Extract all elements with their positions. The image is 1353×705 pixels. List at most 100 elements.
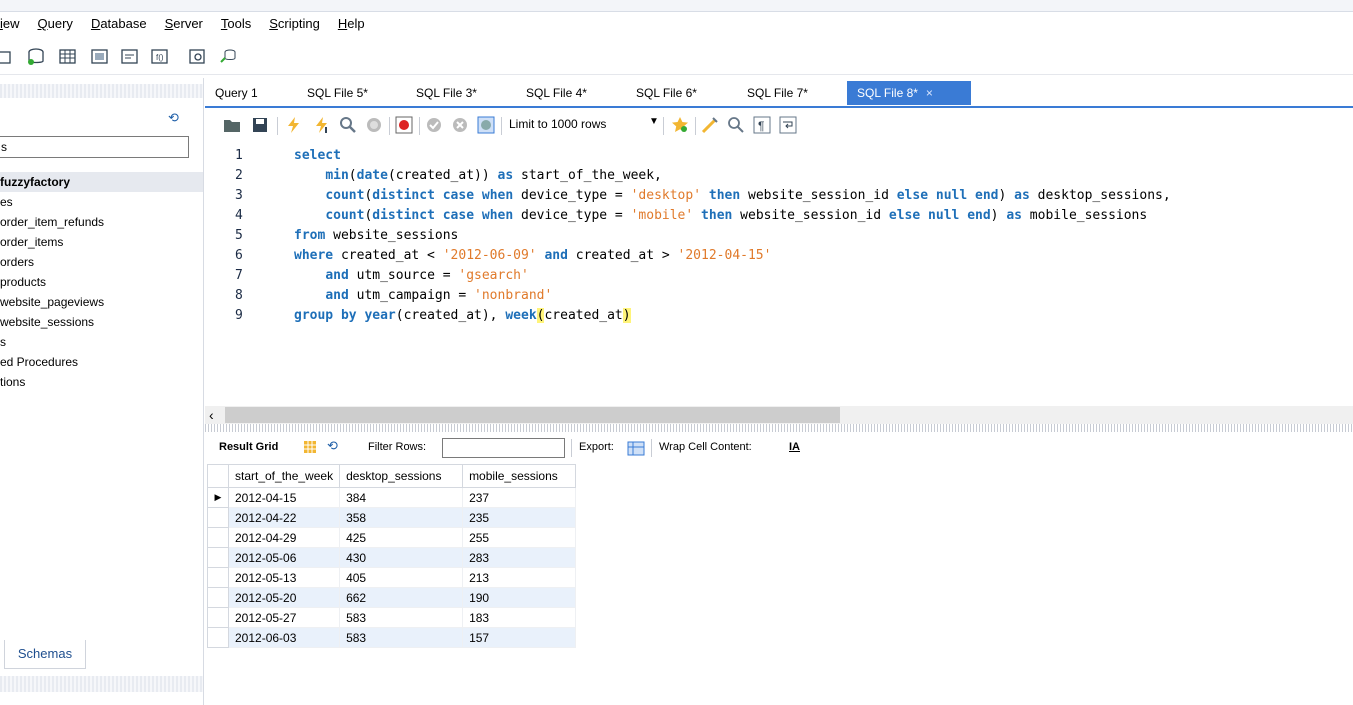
cell[interactable]: 358 bbox=[339, 507, 464, 528]
add-snippet-icon[interactable] bbox=[671, 116, 689, 134]
cell[interactable]: 2012-05-06 bbox=[227, 547, 341, 568]
cell[interactable]: 213 bbox=[462, 567, 577, 588]
cell[interactable]: 2012-04-15 bbox=[227, 487, 341, 508]
commit-icon[interactable] bbox=[425, 116, 443, 134]
table-row[interactable]: 2012-05-27 583 183 bbox=[207, 607, 577, 628]
column-header[interactable]: desktop_sessions bbox=[339, 464, 464, 488]
horizontal-scrollbar[interactable]: ‹ bbox=[205, 406, 1353, 424]
column-header[interactable]: start_of_the_week bbox=[227, 464, 341, 488]
tree-item-tables[interactable]: es bbox=[0, 192, 203, 212]
rollback-icon[interactable] bbox=[451, 116, 469, 134]
find-icon[interactable] bbox=[727, 116, 745, 134]
invisible-chars-icon[interactable]: ¶ bbox=[753, 116, 771, 134]
cell[interactable]: 157 bbox=[462, 627, 577, 648]
table-row[interactable]: 2012-06-03 583 157 bbox=[207, 627, 577, 648]
refresh-schemas-icon[interactable]: ⟲ bbox=[168, 110, 179, 126]
autocommit-icon[interactable] bbox=[477, 116, 495, 134]
tab-sql-file-7[interactable]: SQL File 7* bbox=[737, 81, 818, 105]
tree-item-views[interactable]: s bbox=[0, 332, 203, 352]
table-row[interactable]: 2012-05-20 662 190 bbox=[207, 587, 577, 608]
stop-icon[interactable] bbox=[365, 116, 383, 134]
filter-rows-input[interactable] bbox=[442, 438, 565, 458]
tab-sql-file-6[interactable]: SQL File 6* bbox=[626, 81, 707, 105]
cell[interactable]: 237 bbox=[462, 487, 577, 508]
new-schema-icon[interactable] bbox=[26, 47, 46, 67]
cell[interactable]: 190 bbox=[462, 587, 577, 608]
table-row[interactable]: 2012-05-06 430 283 bbox=[207, 547, 577, 568]
tab-sql-file-5[interactable]: SQL File 5* bbox=[297, 81, 378, 105]
schema-node[interactable]: fuzzyfactory bbox=[0, 172, 203, 192]
new-procedure-icon[interactable] bbox=[120, 47, 140, 67]
cell[interactable]: 662 bbox=[339, 587, 464, 608]
cell[interactable]: 430 bbox=[339, 547, 464, 568]
new-function-icon[interactable]: f() bbox=[150, 47, 170, 67]
cell[interactable]: 583 bbox=[339, 607, 464, 628]
execute-icon[interactable] bbox=[285, 116, 303, 134]
tab-query-1[interactable]: Query 1 bbox=[205, 81, 268, 105]
tree-item-table[interactable]: products bbox=[0, 272, 203, 292]
cell[interactable]: 283 bbox=[462, 547, 577, 568]
explain-icon[interactable] bbox=[339, 116, 357, 134]
wrap-lines-icon[interactable] bbox=[779, 116, 797, 134]
reconnect-icon[interactable] bbox=[218, 47, 238, 67]
cell[interactable]: 2012-04-29 bbox=[227, 527, 341, 548]
tree-item-table[interactable]: website_sessions bbox=[0, 312, 203, 332]
table-row[interactable]: 2012-04-22 358 235 bbox=[207, 507, 577, 528]
cell[interactable]: 384 bbox=[339, 487, 464, 508]
panel-splitter[interactable] bbox=[205, 424, 1353, 432]
cell[interactable]: 425 bbox=[339, 527, 464, 548]
menu-view[interactable]: iew bbox=[0, 16, 20, 31]
menu-server[interactable]: Server bbox=[165, 16, 203, 31]
menu-query[interactable]: Query bbox=[38, 16, 73, 31]
beautify-icon[interactable] bbox=[701, 116, 719, 134]
toggle-error-icon[interactable] bbox=[395, 116, 413, 134]
limit-rows-select[interactable]: Limit to 1000 rows bbox=[509, 117, 606, 131]
open-sql-icon[interactable] bbox=[0, 47, 14, 67]
cell[interactable]: 2012-06-03 bbox=[227, 627, 341, 648]
menu-database[interactable]: Database bbox=[91, 16, 147, 31]
scroll-left-icon[interactable]: ‹ bbox=[209, 406, 214, 424]
cell[interactable]: 583 bbox=[339, 627, 464, 648]
tree-item-table[interactable]: website_pageviews bbox=[0, 292, 203, 312]
wrap-cell-icon[interactable]: IA bbox=[789, 441, 800, 453]
table-row[interactable]: 2012-04-29 425 255 bbox=[207, 527, 577, 548]
scroll-thumb[interactable] bbox=[225, 407, 840, 423]
table-row[interactable]: 2012-05-13 405 213 bbox=[207, 567, 577, 588]
chevron-down-icon[interactable]: ▼ bbox=[649, 116, 659, 127]
new-view-icon[interactable] bbox=[90, 47, 110, 67]
tab-sql-file-3[interactable]: SQL File 3* bbox=[406, 81, 487, 105]
tree-item-stored-procedures[interactable]: ed Procedures bbox=[0, 352, 203, 372]
cell[interactable]: 2012-05-27 bbox=[227, 607, 341, 628]
menu-scripting[interactable]: Scripting bbox=[269, 16, 320, 31]
close-tab-icon[interactable]: × bbox=[926, 86, 933, 100]
tree-item-functions[interactable]: tions bbox=[0, 372, 203, 392]
cell[interactable]: 235 bbox=[462, 507, 577, 528]
cell[interactable]: 405 bbox=[339, 567, 464, 588]
save-icon[interactable] bbox=[251, 116, 269, 134]
schemas-tab[interactable]: Schemas bbox=[4, 640, 86, 669]
cell[interactable]: 183 bbox=[462, 607, 577, 628]
tree-item-table[interactable]: orders bbox=[0, 252, 203, 272]
grid-icon[interactable] bbox=[303, 440, 317, 454]
cell[interactable]: 2012-04-22 bbox=[227, 507, 341, 528]
table-row[interactable]: ▶ 2012-04-15 384 237 bbox=[207, 487, 577, 508]
execute-current-icon[interactable] bbox=[313, 116, 331, 134]
tree-item-table[interactable]: order_items bbox=[0, 232, 203, 252]
menu-tools[interactable]: Tools bbox=[221, 16, 251, 31]
tab-sql-file-4[interactable]: SQL File 4* bbox=[516, 81, 597, 105]
sql-editor[interactable]: 1 select 2 min(date(created_at)) as start… bbox=[205, 146, 1353, 386]
open-file-icon[interactable] bbox=[223, 116, 241, 134]
refresh-filter-icon[interactable]: ⟲ bbox=[327, 438, 338, 454]
cell[interactable]: 255 bbox=[462, 527, 577, 548]
result-grid-label[interactable]: Result Grid bbox=[219, 441, 278, 453]
schema-filter-input[interactable]: s bbox=[0, 136, 189, 158]
tree-item-table[interactable]: order_item_refunds bbox=[0, 212, 203, 232]
tab-sql-file-8[interactable]: SQL File 8* × bbox=[847, 81, 971, 105]
new-table-icon[interactable] bbox=[58, 47, 78, 67]
cell[interactable]: 2012-05-20 bbox=[227, 587, 341, 608]
search-table-icon[interactable] bbox=[188, 47, 208, 67]
export-icon[interactable] bbox=[627, 439, 645, 457]
column-header[interactable]: mobile_sessions bbox=[462, 464, 577, 488]
cell[interactable]: 2012-05-13 bbox=[227, 567, 341, 588]
menu-help[interactable]: Help bbox=[338, 16, 365, 31]
